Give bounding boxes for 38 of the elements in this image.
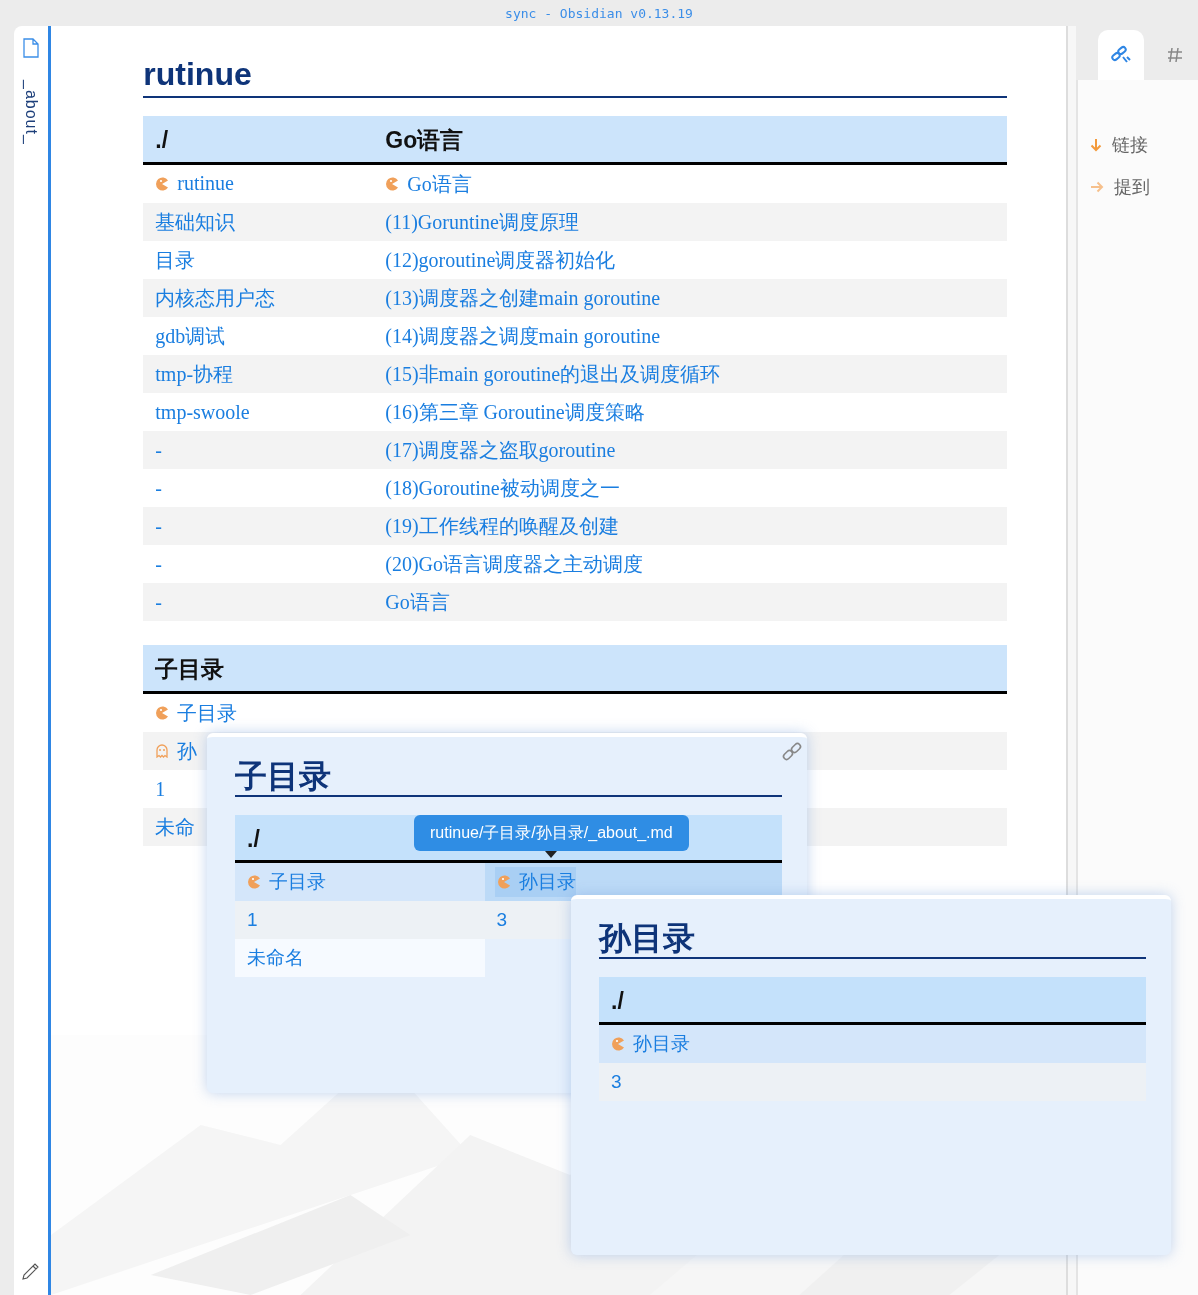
file-link[interactable]: 目录 [155,246,196,274]
file-link[interactable]: 孙目录 [494,867,576,897]
tab-label[interactable]: _about_ [22,80,41,145]
path-tooltip: rutinue/子目录/孙目录/_about_.md [414,815,689,851]
file-link[interactable]: 孙 [155,737,198,765]
file-link[interactable]: tmp-swoole [155,400,250,424]
file-link[interactable]: Go语言 [385,588,450,616]
file-link[interactable]: Go语言 [385,170,472,198]
file-link[interactable]: (12)goroutine调度器初始化 [385,246,616,274]
file-link[interactable]: - [155,552,162,576]
file-link[interactable]: (18)Goroutine被动调度之一 [385,474,620,502]
window-title: sync - Obsidian v0.13.19 [505,5,693,21]
file-link[interactable]: 1 [155,777,166,801]
file-link[interactable]: - [155,590,162,614]
preview-title: 孙目录 [599,919,1146,959]
file-link[interactable]: (20)Go语言调度器之主动调度 [385,550,644,578]
file-link[interactable]: 子目录 [155,699,238,727]
file-link[interactable]: 3 [496,909,508,931]
column-header: 子目录 [143,645,1008,693]
file-link[interactable]: - [155,438,162,462]
column-header: ./ [599,977,1146,1024]
file-link[interactable]: 孙目录 [611,1031,690,1057]
column-header: Go语言 [373,116,1008,164]
preview-title: 子目录 [235,757,782,797]
note-title: rutinue [143,54,1008,98]
file-link[interactable]: - [155,514,162,538]
pane-item[interactable]: 提到 [1114,175,1150,199]
file-link[interactable]: gdb调试 [155,322,226,350]
file-link[interactable]: - [155,476,162,500]
file-link[interactable]: (14)调度器之调度main goroutine [385,322,661,350]
file-link[interactable]: rutinue [155,172,234,196]
file-link[interactable]: 1 [247,909,258,931]
file-link[interactable]: 3 [611,1071,622,1093]
column-header: ./ [143,116,374,164]
pane-item[interactable]: 链接 [1112,133,1148,157]
file-link[interactable]: 未命名 [247,945,304,971]
file-link[interactable]: 未命 [155,813,196,841]
file-link[interactable]: (16)第三章 Goroutine调度策略 [385,398,645,426]
